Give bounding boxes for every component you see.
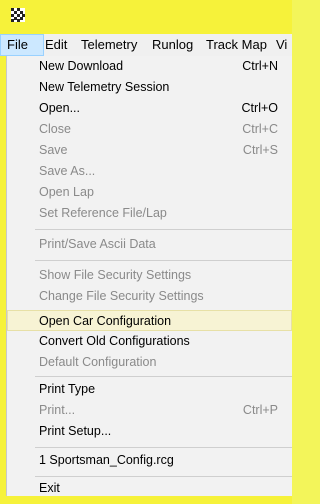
menu-item-default-configuration[interactable]: Default Configuration [7, 352, 292, 373]
menu-item-shortcut: Ctrl+P [242, 403, 278, 417]
menu-item-set-reference-file-lap[interactable]: Set Reference File/Lap [7, 203, 292, 224]
menu-item-shortcut: Ctrl+S [242, 143, 278, 157]
menu-view[interactable]: Vi [276, 34, 287, 56]
menu-item-label: Print... [39, 403, 76, 417]
menu-item-new-telemetry-session[interactable]: New Telemetry Session [7, 77, 292, 98]
menu-item-change-file-security-settings[interactable]: Change File Security Settings [7, 286, 292, 307]
menu-item-print-setup[interactable]: Print Setup... [7, 421, 292, 442]
menu-item-label: Save As... [39, 164, 96, 178]
menu-item-label: Print Type [39, 382, 96, 396]
menu-separator [35, 376, 292, 377]
menu-item-close[interactable]: Close Ctrl+C [7, 119, 292, 140]
menu-runlog[interactable]: Runlog [152, 34, 193, 56]
menu-item-open-car-configuration[interactable]: Open Car Configuration [7, 310, 292, 331]
menu-item-label: Show File Security Settings [39, 268, 192, 282]
menu-file-label: File [7, 37, 28, 52]
menu-item-label: 1 Sportsman_Config.rcg [39, 453, 174, 467]
menu-telemetry[interactable]: Telemetry [81, 34, 137, 56]
menu-item-label: Open Lap [39, 185, 94, 199]
menu-item-label: Save [39, 143, 68, 157]
menu-item-open-lap[interactable]: Open Lap [7, 182, 292, 203]
menu-item-convert-old-configurations[interactable]: Convert Old Configurations [7, 331, 292, 352]
menu-item-shortcut: Ctrl+C [242, 122, 278, 136]
menu-item-label: Change File Security Settings [39, 289, 204, 303]
menu-item-label: Print Setup... [39, 424, 112, 438]
menu-item-label: Set Reference File/Lap [39, 206, 167, 220]
menu-file[interactable]: File [0, 34, 44, 56]
menu-item-print[interactable]: Print... Ctrl+P [7, 400, 292, 421]
menu-item-label: Open Car Configuration [39, 314, 172, 328]
menu-item-recent-file-1[interactable]: 1 Sportsman_Config.rcg [7, 450, 292, 471]
title-bar[interactable] [0, 0, 292, 34]
menu-item-shortcut: Ctrl+N [242, 59, 278, 73]
menu-edit[interactable]: Edit [45, 34, 67, 56]
menu-item-shortcut: Ctrl+O [241, 101, 278, 115]
menu-separator [35, 229, 292, 230]
menu-item-print-save-ascii-data[interactable]: Print/Save Ascii Data [7, 234, 292, 255]
file-dropdown-menu: New Download Ctrl+N New Telemetry Sessio… [6, 56, 292, 496]
menu-separator [35, 260, 292, 261]
menu-item-label: Convert Old Configurations [39, 334, 190, 348]
menu-item-print-type[interactable]: Print Type [7, 379, 292, 400]
menu-item-open[interactable]: Open... Ctrl+O [7, 98, 292, 119]
menu-item-label: Open... [39, 101, 80, 115]
menu-bar: File Edit Telemetry Runlog Track Map Vi [0, 34, 292, 57]
menu-item-label: New Telemetry Session [39, 80, 170, 94]
menu-track-map[interactable]: Track Map [206, 34, 267, 56]
menu-separator [35, 476, 292, 477]
menu-item-show-file-security-settings[interactable]: Show File Security Settings [7, 265, 292, 286]
menu-item-save-as[interactable]: Save As... [7, 161, 292, 182]
app-icon[interactable] [11, 8, 25, 22]
menu-separator [35, 447, 292, 448]
menu-item-new-download[interactable]: New Download Ctrl+N [7, 56, 292, 77]
window-bottom-edge [0, 496, 292, 504]
menu-item-label: Default Configuration [39, 355, 157, 369]
menu-item-save[interactable]: Save Ctrl+S [7, 140, 292, 161]
menu-item-label: Close [39, 122, 71, 136]
menu-item-label: New Download [39, 59, 124, 73]
menu-item-label: Print/Save Ascii Data [39, 237, 156, 251]
